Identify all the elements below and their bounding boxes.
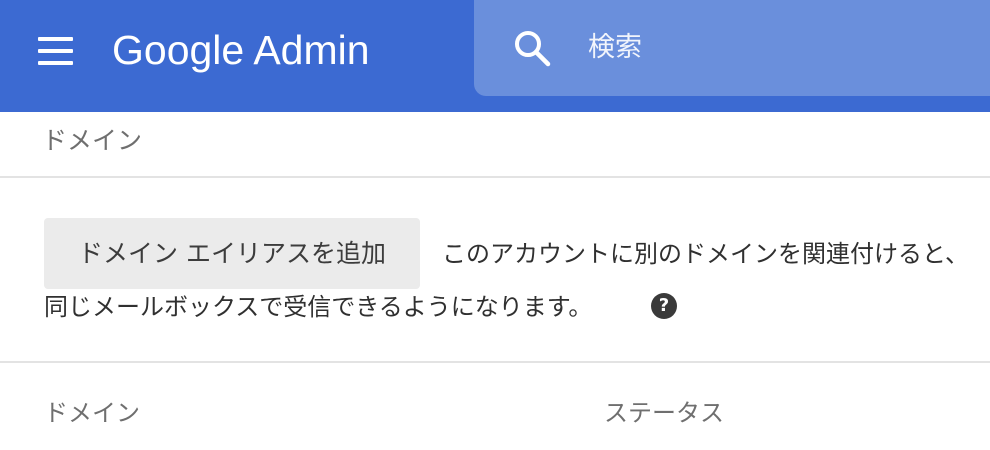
- top-app-bar: Google Admin 検索: [0, 0, 990, 112]
- main-menu-button[interactable]: [36, 37, 76, 65]
- hamburger-menu-icon-bar: [38, 37, 73, 41]
- search-input[interactable]: 検索: [588, 26, 642, 70]
- column-header-domain[interactable]: ドメイン: [44, 393, 140, 433]
- table-divider: [0, 361, 990, 363]
- hamburger-menu-icon-bar: [38, 61, 73, 65]
- alias-description-line-2: 同じメールボックスで受信できるようになります。: [44, 293, 593, 321]
- add-domain-alias-button[interactable]: ドメイン エイリアスを追加: [44, 218, 420, 289]
- help-circle-icon[interactable]: ?: [651, 293, 677, 319]
- column-header-status[interactable]: ステータス: [604, 393, 724, 433]
- search-icon: [515, 31, 551, 67]
- search-box[interactable]: 検索: [474, 0, 990, 96]
- hamburger-menu-icon-bar: [38, 49, 73, 53]
- breadcrumb: ドメイン: [42, 126, 143, 155]
- alias-description-line-1: このアカウントに別のドメインを関連付けると、: [442, 240, 970, 268]
- app-logo[interactable]: Google Admin: [112, 22, 370, 78]
- section-divider: [0, 176, 990, 178]
